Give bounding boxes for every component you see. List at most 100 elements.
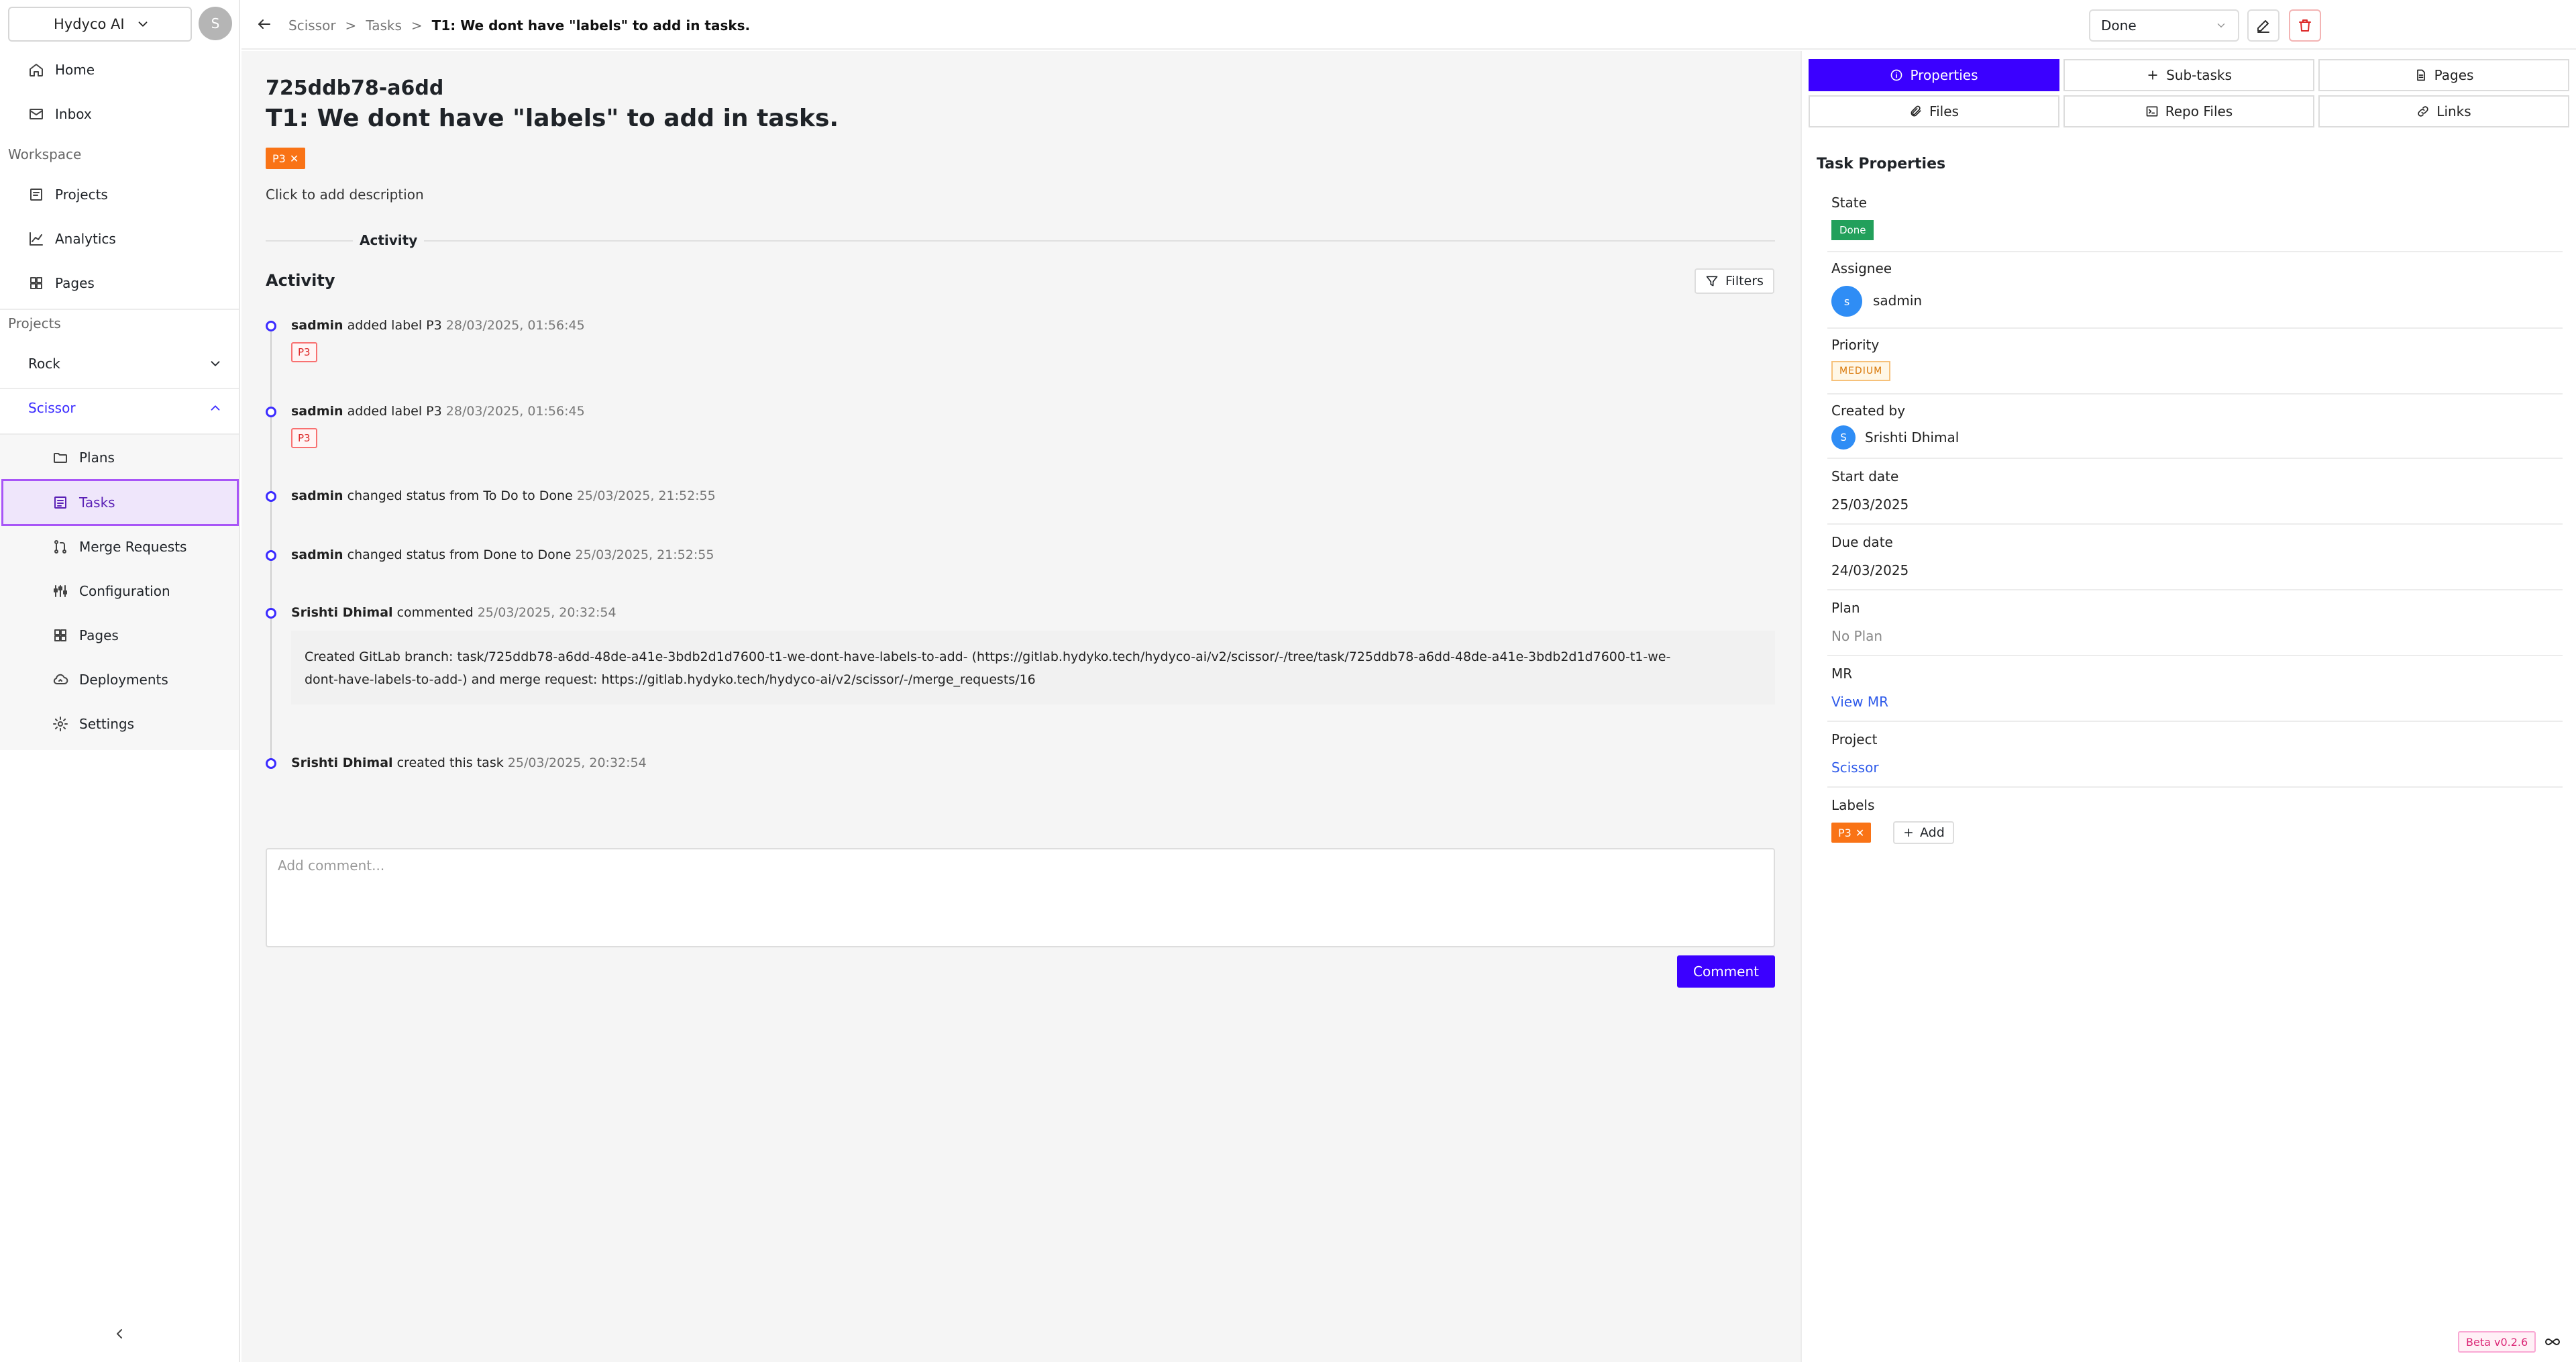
activity-action: changed status from Done to Done	[347, 547, 572, 562]
sidebar-item-pages[interactable]: Pages	[52, 622, 119, 649]
nav-analytics[interactable]: Analytics	[28, 225, 116, 252]
tab-sub-tasks[interactable]: Sub-tasks	[2063, 59, 2314, 91]
terminal-icon	[2146, 106, 2158, 117]
created-by-label: Created by	[1831, 403, 1906, 419]
sidebar-item-plans[interactable]: Plans	[52, 444, 115, 471]
activity-heading: Activity	[266, 271, 335, 290]
sidebar-item-settings[interactable]: Settings	[52, 711, 134, 737]
comment-body-line: dont-have-labels-to-add-) and merge requ…	[305, 672, 1036, 687]
nav-inbox-label: Inbox	[55, 106, 92, 122]
tab-links[interactable]: Links	[2318, 95, 2569, 127]
back-arrow-icon[interactable]	[256, 16, 272, 32]
chevron-up-icon[interactable]	[208, 401, 223, 415]
nav-projects[interactable]: Projects	[28, 181, 108, 208]
mr-label: MR	[1831, 666, 1853, 682]
activity-item: sadmin changed status from To Do to Done…	[291, 488, 716, 503]
activity-item: sadmin added label P3 28/03/2025, 01:56:…	[291, 318, 585, 333]
edit-button[interactable]	[2247, 9, 2279, 42]
add-label-button[interactable]: Add	[1893, 821, 1954, 844]
breadcrumb-project[interactable]: Scissor	[288, 17, 336, 34]
tab-properties[interactable]: Properties	[1809, 59, 2059, 91]
tab-pages-label: Pages	[2434, 67, 2474, 83]
project-link[interactable]: Scissor	[1831, 759, 1879, 776]
activity-time: 28/03/2025, 01:56:45	[445, 318, 585, 333]
state-label: State	[1831, 195, 1867, 211]
projects-section-label: Projects	[8, 315, 61, 331]
breadcrumb-current: T1: We dont have "labels" to add in task…	[431, 17, 751, 34]
activity-actor: sadmin	[291, 318, 343, 333]
property-divider	[1827, 393, 2563, 395]
sidebar-divider	[0, 388, 239, 389]
close-icon[interactable]: ✕	[290, 152, 299, 165]
activity-action: added label P3	[347, 318, 442, 333]
close-icon[interactable]: ✕	[1856, 827, 1864, 839]
nav-home-label: Home	[55, 62, 95, 78]
task-label-text: P3	[272, 152, 286, 165]
start-date-value[interactable]: 25/03/2025	[1831, 496, 1909, 513]
nav-pages[interactable]: Pages	[28, 270, 95, 297]
description-placeholder[interactable]: Click to add description	[266, 187, 424, 203]
sidebar-item-tasks-label: Tasks	[79, 494, 115, 511]
view-mr-link[interactable]: View MR	[1831, 694, 1888, 710]
home-icon	[30, 64, 43, 76]
nav-analytics-label: Analytics	[55, 231, 116, 247]
org-switcher-row: Hydyco AI S	[8, 7, 232, 42]
collapse-sidebar-icon[interactable]	[111, 1326, 127, 1342]
task-label-chip[interactable]: P3 ✕	[266, 148, 306, 169]
info-icon	[1891, 69, 1902, 81]
sidebar-item-settings-label: Settings	[79, 716, 135, 732]
filters-button[interactable]: Filters	[1695, 268, 1774, 294]
project-rock[interactable]: Rock	[28, 350, 223, 377]
tab-repo-files[interactable]: Repo Files	[2063, 95, 2314, 127]
assignee-avatar: s	[1831, 286, 1862, 317]
assignee-name[interactable]: sadmin	[1873, 293, 1922, 309]
plan-value[interactable]: No Plan	[1831, 628, 1882, 644]
deploy-icon	[53, 674, 68, 684]
priority-badge[interactable]: MEDIUM	[1831, 361, 1891, 381]
user-avatar[interactable]: S	[199, 7, 232, 40]
activity-action: changed status from To Do to Done	[347, 488, 573, 503]
sidebar-item-deployments[interactable]: Deployments	[52, 666, 168, 693]
sidebar-item-plans-label: Plans	[79, 450, 115, 466]
project-scissor[interactable]: Scissor	[28, 395, 223, 421]
analytics-icon	[30, 232, 43, 246]
gear-icon	[53, 717, 68, 731]
timeline-dot	[266, 608, 276, 619]
tab-activity[interactable]: Activity	[353, 232, 425, 248]
tab-files[interactable]: Files	[1809, 95, 2059, 127]
activity-action: commented	[396, 605, 474, 620]
task-state-value: Done	[2101, 17, 2137, 34]
link-icon	[2418, 106, 2428, 117]
priority-label: Priority	[1831, 337, 1880, 353]
timeline-dot	[266, 407, 276, 417]
label-chip[interactable]: P3 ✕	[1831, 823, 1872, 843]
add-label-text: Add	[1920, 825, 1945, 840]
activity-tag: P3	[291, 342, 317, 362]
org-switcher[interactable]: Hydyco AI	[8, 7, 192, 42]
tab-pages[interactable]: Pages	[2318, 59, 2569, 91]
nav-home[interactable]: Home	[28, 56, 95, 83]
sidebar-item-merge-requests[interactable]: Merge Requests	[52, 533, 186, 560]
infinity-icon[interactable]	[2542, 1334, 2563, 1350]
task-title[interactable]: T1: We dont have "labels" to add in task…	[266, 105, 839, 132]
sidebar-item-tasks[interactable]: Tasks	[52, 489, 115, 516]
chevron-down-icon[interactable]	[208, 356, 223, 371]
sidebar-item-configuration[interactable]: Configuration	[52, 578, 170, 605]
state-badge[interactable]: Done	[1831, 220, 1874, 240]
comment-input[interactable]: Add comment...	[266, 848, 1775, 947]
sidebar-item-pages-label: Pages	[79, 627, 119, 643]
filters-label: Filters	[1725, 274, 1764, 289]
nav-inbox[interactable]: Inbox	[28, 101, 92, 127]
due-date-value[interactable]: 24/03/2025	[1831, 562, 1909, 578]
task-state-select[interactable]: Done	[2089, 9, 2239, 42]
tab-sub-tasks-label: Sub-tasks	[2166, 67, 2232, 83]
activity-item: Srishti Dhimal created this task 25/03/2…	[291, 755, 647, 770]
breadcrumb-tasks[interactable]: Tasks	[366, 17, 402, 34]
activity-time: 25/03/2025, 20:32:54	[477, 605, 616, 620]
comment-button[interactable]: Comment	[1677, 955, 1775, 988]
creator-name: Srishti Dhimal	[1865, 429, 1960, 446]
delete-button[interactable]	[2289, 9, 2321, 42]
activity-actor: Srishti Dhimal	[291, 755, 393, 770]
timeline-dot	[266, 491, 276, 502]
task-id: 725ddb78-a6dd	[266, 76, 444, 100]
